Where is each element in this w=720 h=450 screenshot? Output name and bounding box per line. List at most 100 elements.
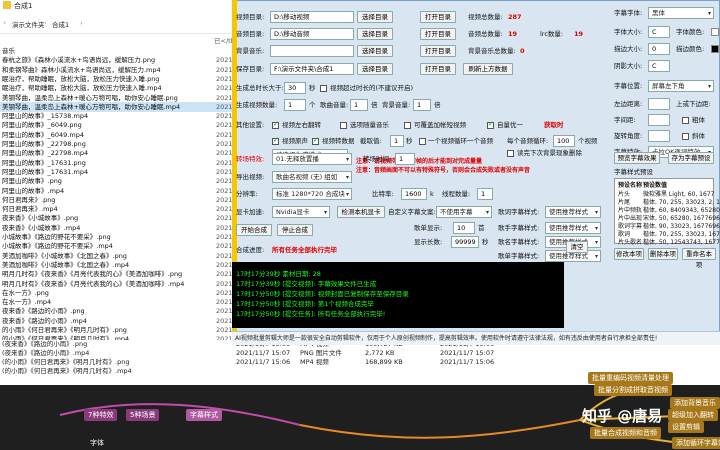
delete-checkbox[interactable] [507,150,514,157]
mindmap-node[interactable]: 7种特效 [84,409,118,421]
transition-select[interactable]: 01.无释放置播 [272,153,352,165]
gen-count-input[interactable]: 1 [284,99,306,111]
video-open-dir-button[interactable]: 打开目录 [420,11,456,23]
gen-count-label: 生成视频数量: [236,101,278,109]
breadcrumb-item[interactable]: 合成1 [52,19,69,29]
display-input[interactable]: 99999 [451,236,479,248]
clear-log-button[interactable]: 清空 [566,241,588,253]
font-size-input[interactable]: C [648,26,670,38]
back-icon[interactable]: › [3,18,6,27]
flip-checkbox[interactable] [272,120,279,129]
bg-select-dir-button[interactable]: 选择目录 [357,45,393,57]
mindmap-node[interactable]: 批量重编码视频清量处理 [588,372,673,384]
bg-vol-input[interactable]: 1 [413,99,431,111]
per-video-input[interactable]: 100 [553,135,575,147]
slide-checkbox[interactable] [404,122,411,129]
detail-name: (夜来香》《路边的小雨》.mp4 [2,349,90,357]
gpu-label: 显卡加速: [236,208,265,216]
audio-select-dir-button[interactable]: 选择目录 [357,28,393,40]
file-name: 夜来香》《路边的小雨》.mp4 [2,316,87,325]
shadow-size-input[interactable]: C [648,60,670,72]
preset-table[interactable]: 预设名称 预设数值 片头 微软雅黑 Light, 60, 1677 片尾 楷体, 70, … [614,178,720,246]
transition-len-input[interactable]: 1 [395,153,415,165]
mute-checkbox[interactable] [272,136,279,145]
bg-vol-label: 背景音量: [382,101,411,109]
one-video-checkbox[interactable] [419,138,426,145]
export-select[interactable]: 歌曲名视频 (无) 组如 [272,171,352,183]
save-dir-input[interactable]: F:\演示文件夹\合成1 [270,63,354,75]
flip-label: 视频左右翻转 [282,121,321,129]
min-duration-input[interactable]: 30 [284,82,306,94]
file-name: 在水一方》.png [2,288,49,297]
letter-spacing-input[interactable] [648,114,670,126]
mindmap-node[interactable]: 超级加入翻转 [668,409,718,421]
modify-preset-button[interactable]: 修改本项 [614,248,644,260]
lyric-style-select[interactable]: 使用推荐样式 [545,206,601,218]
audio-dir-input[interactable]: D:\移动音频 [270,28,354,40]
save-select-dir-button[interactable]: 选择目录 [357,63,393,75]
delete-preset-button[interactable]: 删除本项 [648,248,678,260]
detail-row[interactable]: (夜来香》《路边的小雨》.mp4 2021/11/7 15:07 PNG 图片文件 2… [0,349,580,358]
crop-value-input[interactable]: 1 [390,135,404,147]
start-button[interactable]: 开始合成 [236,224,272,236]
rand-music-checkbox[interactable] [340,122,347,129]
lines-label: 歌单显示: [414,224,443,232]
breadcrumb-item[interactable]: 演示文件夹 [12,19,45,29]
file-name: 夜来香》《小城故事》.png [2,214,79,223]
font-label: 字幕字体: [614,9,643,17]
column-header[interactable]: 已</thinking> [0,36,232,46]
file-name: 美钢琴曲，温柔岛上森林+暖心万物可唱，助你安心睡眠.mp4 [2,102,181,111]
gpu-select[interactable]: Nvidia显卡 [272,206,330,218]
rotate-input[interactable] [648,130,670,142]
progress-label: 合成进度: [236,246,265,254]
position-select[interactable]: 屏幕左下角 [648,80,714,92]
video-dir-input[interactable]: D:\移动视频 [270,11,354,23]
font-select[interactable]: 黑体 [648,7,714,19]
mindmap-node[interactable]: 批量合成视频和音频 [590,427,661,439]
mindmap-node[interactable]: 字体 [86,437,108,449]
save-preset-button[interactable]: 存为字幕预设 [668,152,714,164]
auto-quality-checkbox[interactable] [487,120,494,129]
mindmap-node[interactable]: 添加循环字幕效果 [672,437,720,449]
file-name: 音乐 [2,47,15,55]
stop-button[interactable]: 停止合成 [277,224,313,236]
singer-style-label: 歌手字幕样式: [498,224,540,232]
mindmap-node[interactable]: 字幕样式 [186,409,222,421]
save-open-dir-button[interactable]: 打开目录 [420,63,456,75]
mute-label: 视频原声 [282,137,308,145]
rename-preset-button[interactable]: 重命名本项 [682,248,716,269]
outline-color-swatch[interactable] [711,45,719,53]
song-vol-input[interactable]: 1 [350,99,368,111]
file-explorer: 合成1 › 演示文件夹 › 合成1 › 已</thinking> 音乐春杭之旅》… [0,0,232,343]
detect-gpu-button[interactable]: 检测本机显卡 [337,206,385,218]
mindmap-node[interactable]: 5种场景 [126,409,160,421]
loop-checkbox[interactable] [320,85,327,92]
bitrate-input[interactable]: 1600 [401,188,427,200]
shadow-size-label: 阴影大小: [614,62,643,70]
singer-style-select[interactable]: 使用推荐样式 [545,222,601,234]
left-margin-input[interactable] [648,98,670,110]
preview-button[interactable]: 预览字幕效果 [614,152,660,164]
mindmap-node[interactable]: 批量分割成拼取音视频 [594,384,672,396]
lines-input[interactable]: 10 [453,222,475,234]
preset-cell: 楷体, 50, 12543743, 1677721 [643,239,720,246]
crop-checkbox[interactable] [312,136,319,145]
refresh-data-button[interactable]: 刷新上方数据 [463,63,513,75]
font-color-swatch[interactable] [711,28,719,36]
italic-checkbox[interactable] [682,133,689,140]
detail-row[interactable]: (的小雨》《何日君再来》《明月几时有》.mp4 [0,367,580,376]
bold-checkbox[interactable] [682,117,689,124]
bg-music-input[interactable] [270,45,354,57]
mindmap-node[interactable]: 设置剪辑 [668,421,704,433]
bg-open-dir-button[interactable]: 打开目录 [420,45,456,57]
detail-row[interactable]: (的小雨》《何日君再来》《明月几时有》.png 2021/11/7 15:06 MP… [0,358,580,367]
unit-sec-2: 秒 [406,137,413,145]
subtitle-mode-select[interactable]: 不使用字幕 [436,206,492,218]
mindmap-node[interactable]: 添加背景音乐 [670,397,720,409]
threads-input[interactable]: 1 [477,188,493,200]
resolution-select[interactable]: 标准 1280*720 合成块 [272,188,352,200]
outline-size-input[interactable]: 0 [648,43,670,55]
video-select-dir-button[interactable]: 选择目录 [357,11,393,23]
auto-quality-label: 自量优一 [497,121,523,129]
audio-open-dir-button[interactable]: 打开目录 [420,28,456,40]
